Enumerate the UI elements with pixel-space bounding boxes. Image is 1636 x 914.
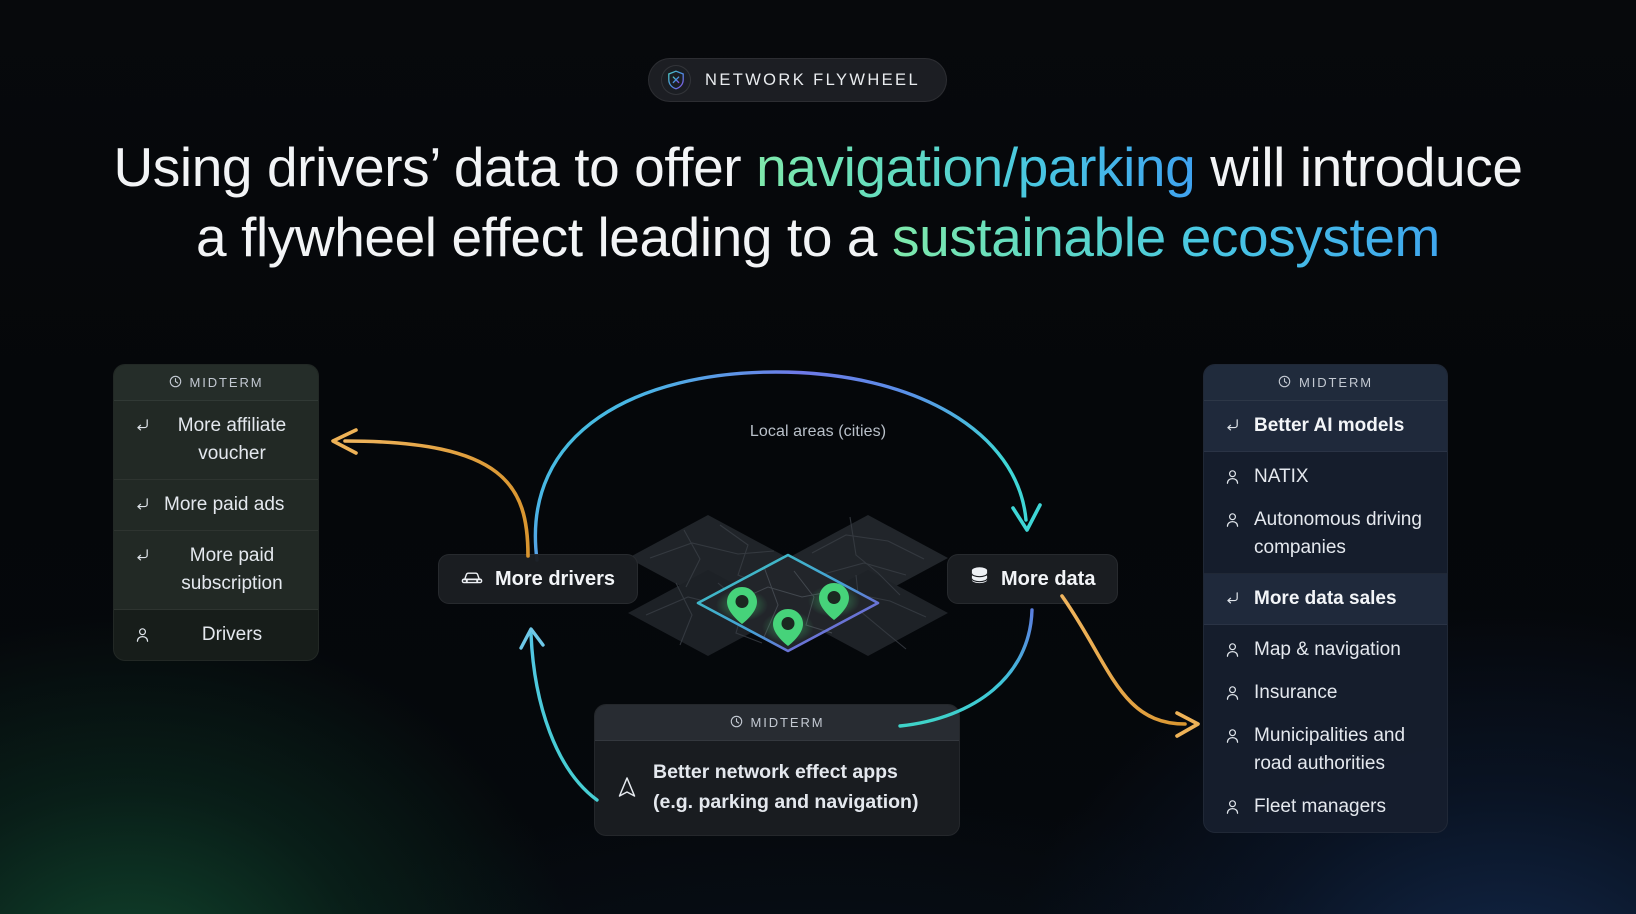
list-item-label: Autonomous driving companies: [1254, 509, 1422, 558]
list-item[interactable]: More paid subscription: [114, 531, 318, 610]
branch-arrow-icon: [1222, 585, 1242, 612]
orange-arrow-to-left-card: [343, 439, 530, 558]
list-item-label: More paid ads: [164, 494, 285, 515]
left-card-header: MIDTERM: [114, 365, 318, 401]
headline-line-2: a flywheel effect leading to a sustainab…: [0, 202, 1636, 272]
list-item-label: NATIX: [1254, 466, 1309, 487]
headline-text-b: will introduce: [1195, 136, 1523, 198]
headline-text-c: a flywheel effect leading to a: [196, 206, 892, 268]
list-item[interactable]: Municipalities and road authorities: [1204, 711, 1447, 782]
list-item-label: More paid subscription: [181, 545, 283, 594]
isometric-city-map-icon: [628, 515, 948, 656]
list-item[interactable]: Autonomous driving companies: [1204, 495, 1447, 574]
node-more-data[interactable]: More data: [947, 554, 1119, 604]
database-icon: [970, 566, 989, 592]
left-card-header-label: MIDTERM: [189, 375, 264, 390]
arrowhead-to-more-drivers: [519, 627, 545, 650]
headline-highlight-2: sustainable ecosystem: [891, 206, 1440, 268]
branch-arrow-icon: [132, 542, 152, 569]
list-item-label: Municipalities and road authorities: [1254, 725, 1406, 774]
person-icon: [1222, 463, 1242, 490]
list-item[interactable]: Map & navigation: [1204, 625, 1447, 668]
list-item-label: More affiliate voucher: [177, 415, 287, 464]
list-item[interactable]: More affiliate voucher: [114, 401, 318, 480]
car-icon: [461, 568, 483, 591]
right-card-header-label: MIDTERM: [1299, 375, 1373, 390]
clock-icon: [730, 715, 743, 731]
person-icon: [1222, 636, 1242, 663]
list-item-label: Drivers: [201, 624, 263, 645]
node-more-drivers[interactable]: More drivers: [438, 554, 639, 604]
bottom-card-line-2: (e.g. parking and navigation): [653, 791, 919, 813]
list-item[interactable]: More data sales: [1204, 574, 1447, 625]
branch-arrow-icon: [132, 412, 152, 439]
right-card-header: MIDTERM: [1204, 365, 1447, 401]
bottom-card-header: MIDTERM: [595, 705, 959, 741]
node-more-drivers-label: More drivers: [495, 567, 616, 590]
bottom-card-header-label: MIDTERM: [750, 715, 825, 730]
node-more-data-label: More data: [1001, 567, 1096, 590]
list-item-label: Map & navigation: [1254, 639, 1401, 660]
bottom-apps-card: MIDTERM Better network effect apps (e.g.…: [594, 704, 960, 836]
list-item[interactable]: Insurance: [1204, 668, 1447, 711]
clock-icon: [169, 375, 182, 391]
branch-arrow-icon: [132, 491, 152, 518]
orange-arrowhead-right: [1175, 711, 1200, 738]
person-icon: [1222, 679, 1242, 706]
list-item[interactable]: Better AI models: [1204, 401, 1447, 452]
navigation-arrow-icon: [617, 775, 637, 799]
headline-line-1: Using drivers’ data to offer navigation/…: [0, 132, 1636, 202]
clock-icon: [1278, 375, 1291, 391]
person-icon: [132, 621, 152, 648]
person-icon: [1222, 793, 1242, 820]
network-flywheel-badge: NETWORK FLYWHEEL: [648, 58, 948, 102]
badge-label: NETWORK FLYWHEEL: [705, 70, 921, 89]
list-item[interactable]: Fleet managers: [1204, 782, 1447, 832]
branch-arrow-icon: [1222, 412, 1242, 439]
list-item-label: More data sales: [1254, 588, 1397, 609]
person-icon: [1222, 722, 1242, 749]
arrowhead-to-more-data: [1011, 503, 1042, 532]
left-outcomes-card: MIDTERM More affiliate voucher More paid…: [113, 364, 319, 661]
bottom-card-body[interactable]: Better network effect apps (e.g. parking…: [595, 741, 959, 835]
orange-arrow-to-right-card: [1060, 594, 1187, 726]
slide-canvas: NETWORK FLYWHEEL Using drivers’ data to …: [0, 0, 1636, 914]
headline-text-a: Using drivers’ data to offer: [113, 136, 757, 198]
list-item[interactable]: Drivers: [114, 610, 318, 660]
list-item-label: Better AI models: [1254, 415, 1405, 436]
list-item[interactable]: NATIX: [1204, 452, 1447, 495]
list-item[interactable]: More paid ads: [114, 480, 318, 531]
right-outcomes-card: MIDTERM Better AI models NATIX Autonomou…: [1203, 364, 1448, 833]
shield-logo-icon: [661, 65, 691, 95]
person-icon: [1222, 506, 1242, 533]
bottom-card-line-1: Better network effect apps: [653, 761, 898, 783]
headline-highlight-1: navigation/parking: [756, 136, 1196, 198]
page-title: Using drivers’ data to offer navigation/…: [0, 132, 1636, 272]
list-item-label: Fleet managers: [1254, 796, 1387, 817]
list-item-label: Insurance: [1254, 682, 1338, 703]
